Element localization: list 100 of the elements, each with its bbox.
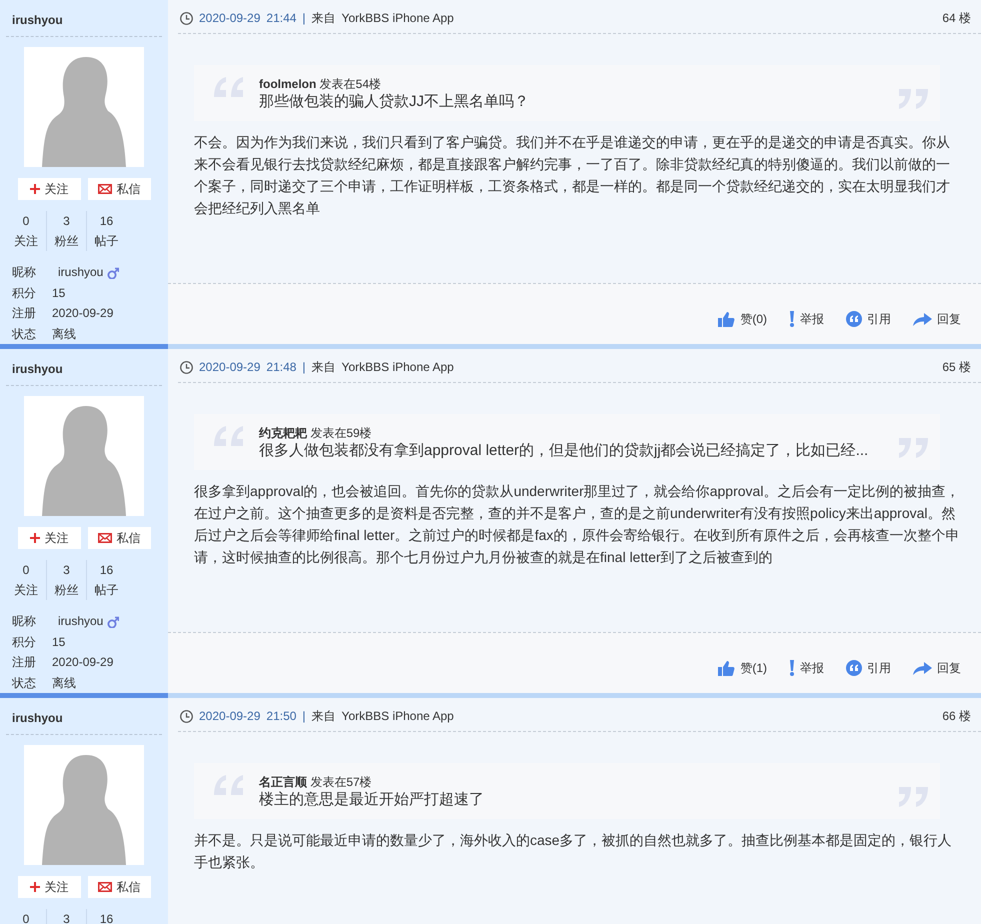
separator: | [302,708,306,725]
reply-button[interactable]: 回复 [913,659,961,677]
post-time: 21:48 [266,359,296,376]
post-date: 2020-09-29 [199,359,260,376]
stat-value: 3 [62,213,71,230]
quote-author: 约克耙耙 [259,426,307,440]
stat-label: 粉丝 [54,233,80,250]
close-quote-icon [899,438,928,460]
username: irushyou [6,698,162,735]
stat-label: 粉丝 [54,582,80,599]
quoted-text: 很多人做包装都没有拿到approval letter的，但是他们的贷款jj都会说已经搞定了，比如已经... [259,442,868,460]
post-body: 很多拿到approval的，也会被追回。首先你的贷款从underwriter那里过了，就会给你approval。之后会有一定比例的被抽查，在过户之前。这个抽查更多的是资料是否完整，查的并不是客户，查的是之前underwriter有没有按照policy来出approval。然后过户之后会等律师给final letter。之前过户的时候都是fax的，原件会寄给银行。在收到所有原件之后，会再核查一次整个申请，这时候抽查的比例很高。那个七月份过户九月份被查的就是在final letter到了之后被查到的 [194,482,960,567]
report-button[interactable]: 举报 [789,310,824,328]
exclamation-icon [789,311,795,327]
envelope-icon [98,533,112,543]
envelope-icon [98,184,112,194]
clock-icon [180,360,193,374]
quote-floor: 发表在59楼 [310,426,372,440]
info-label: 注册 [12,654,37,671]
open-quote-icon [214,75,243,97]
info-value: 2020-09-29 [52,654,114,671]
stat-value: 16 [98,911,114,924]
reply-button[interactable]: 回复 [913,310,961,328]
stat-value: 3 [62,911,71,924]
info-label: 注册 [12,305,37,322]
reply-arrow-icon [913,312,932,326]
info-value: irushyou [57,613,104,630]
post-date: 2020-09-29 [199,10,260,27]
stat-value: 0 [22,911,30,924]
info-value: 离线 [52,326,76,342]
envelope-icon [98,882,112,892]
source-prefix: 来自 [312,359,336,376]
plus-icon [30,184,40,194]
info-label: 状态 [12,674,37,692]
post-time: 21:44 [266,10,296,27]
close-quote-icon [899,787,928,809]
message-button[interactable]: 私信 [88,527,150,549]
info-value: 15 [52,284,66,302]
open-quote-icon [214,424,243,446]
post-source: YorkBBS iPhone App [342,10,454,27]
separator: | [302,359,306,376]
info-value: 2020-09-29 [52,305,114,322]
quote-floor: 发表在57楼 [310,775,372,789]
info-label: 状态 [12,326,37,342]
post-body: 并不是。只是说可能最近申请的数量少了，海外收入的case多了，被抓的自然也就多了。抽查比例基本都是固定的，银行人手也紧张。 [194,831,953,872]
like-button[interactable]: 赞(0) [718,310,767,328]
clock-icon [180,710,193,722]
quoted-text: 那些做包装的骗人贷款JJ不上黑名单吗？ [259,93,529,111]
close-quote-icon [899,89,928,111]
info-value: irushyou [57,264,104,281]
source-prefix: 来自 [312,708,336,725]
stat-value: 0 [22,213,30,230]
post-date: 2020-09-29 [199,708,260,725]
stat-label: 关注 [13,582,39,599]
info-label: 昵称 [12,613,37,630]
quote-bubble-icon [846,311,862,327]
post-source: YorkBBS iPhone App [342,708,454,725]
post-source: YorkBBS iPhone App [342,359,454,376]
quote-author: 名正言顺 [259,775,307,789]
info-label: 昵称 [12,264,37,281]
follow-button[interactable]: 关注 [18,876,80,898]
message-button[interactable]: 私信 [88,876,150,898]
info-value: 离线 [52,674,76,692]
clock-icon [180,12,193,24]
report-button[interactable]: 举报 [789,659,824,677]
floor-number: 66 楼 [942,708,971,725]
username: irushyou [6,349,162,386]
exclamation-icon [789,660,795,676]
message-button[interactable]: 私信 [88,178,150,200]
stat-label: 帖子 [94,233,120,250]
thumbs-up-icon [718,311,736,327]
quote-button[interactable]: 引用 [846,310,891,328]
info-label: 积分 [12,284,37,302]
reply-arrow-icon [913,662,932,674]
like-button[interactable]: 赞(1) [718,659,767,677]
info-value: 15 [52,634,66,650]
stat-value: 16 [98,562,114,579]
floor-number: 64 楼 [942,10,971,27]
stat-value: 3 [62,562,71,579]
stat-label: 关注 [13,233,39,250]
post-time: 21:50 [266,708,296,725]
quote-bubble-icon [846,660,862,676]
quote-author: foolmelon [259,77,316,91]
stat-value: 0 [22,562,30,579]
info-label: 积分 [12,634,37,650]
plus-icon [30,533,40,543]
username: irushyou [6,0,162,37]
source-prefix: 来自 [312,10,336,27]
separator: | [302,10,306,27]
stat-label: 帖子 [94,582,120,599]
open-quote-icon [214,773,243,795]
stat-value: 16 [98,213,114,230]
quoted-text: 楼主的意思是最近开始严打超速了 [259,791,484,809]
quote-button[interactable]: 引用 [846,659,891,677]
quote-floor: 发表在54楼 [320,77,382,91]
follow-button[interactable]: 关注 [18,527,80,549]
plus-icon [30,882,40,892]
thumbs-up-icon [718,660,736,676]
follow-button[interactable]: 关注 [18,178,80,200]
post-body: 不会。因为作为我们来说，我们只看到了客户骗贷。我们并不在乎是谁递交的申请，更在乎的是递交的申请是否真实。你从来不会看见银行去找贷款经纪麻烦，都是直接跟客户解约完事，一了百了。除非贷款经纪真的特别傻逼的。我们以前做的一个案子，同时递交了三个申请，工作证明样板，工资条格式，都是一样的。都是同一个贷款经纪递交的，实在太明显我们才会把经纪列入黑名单 [194,133,951,218]
